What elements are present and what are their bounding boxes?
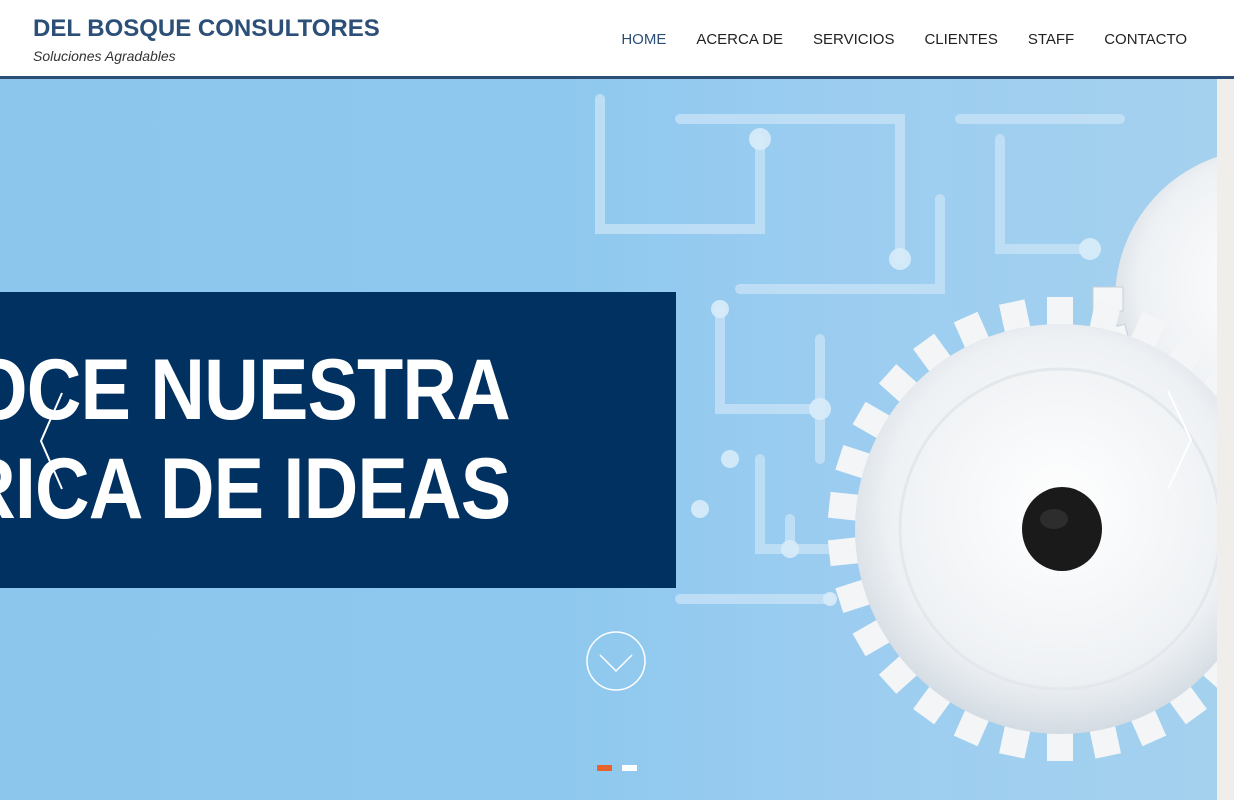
nav-item-acerca-de[interactable]: ACERCA DE: [696, 31, 783, 48]
chevron-down-circle-icon: [586, 631, 646, 691]
nav-item-servicios[interactable]: SERVICIOS: [813, 31, 894, 48]
slider-pagination: [597, 765, 637, 771]
nav-item-clientes[interactable]: CLIENTES: [924, 31, 997, 48]
site-header: DEL BOSQUE CONSULTORES Soluciones Agrada…: [0, 0, 1234, 79]
headline-line-1: ONOCE NUESTRA: [0, 342, 511, 438]
nav-item-home[interactable]: HOME: [621, 31, 666, 48]
chevron-left-icon: [39, 392, 63, 490]
slide-dot-2[interactable]: [622, 765, 637, 771]
slider-prev-button[interactable]: [38, 391, 64, 491]
slider-next-button[interactable]: [1166, 389, 1194, 491]
nav-item-staff[interactable]: STAFF: [1028, 31, 1074, 48]
site-tagline: Soluciones Agradables: [33, 48, 176, 64]
hero-slider: ONOCE NUESTRA ÁBRICA DE IDEAS: [0, 79, 1234, 800]
nav-item-contacto[interactable]: CONTACTO: [1104, 31, 1187, 48]
slide-dot-1[interactable]: [597, 765, 612, 771]
headline-banner: ONOCE NUESTRA ÁBRICA DE IDEAS: [0, 292, 676, 588]
chevron-right-icon: [1167, 390, 1193, 490]
site-title[interactable]: DEL BOSQUE CONSULTORES: [33, 15, 380, 43]
scroll-down-button[interactable]: [586, 631, 646, 691]
page-edge: [1217, 79, 1234, 800]
headline-line-2: ÁBRICA DE IDEAS: [0, 441, 511, 537]
main-nav: HOME ACERCA DE SERVICIOS CLIENTES STAFF …: [621, 31, 1187, 48]
